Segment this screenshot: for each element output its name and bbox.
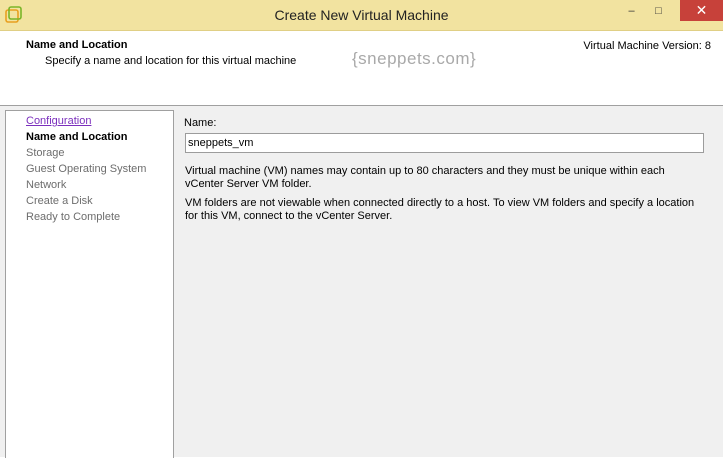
page-title: Name and Location: [26, 39, 128, 51]
step-configuration[interactable]: Configuration: [26, 115, 91, 127]
vm-version-label: Virtual Machine Version: 8: [583, 40, 711, 52]
wizard-header: Name and Location Specify a name and loc…: [0, 31, 723, 106]
wizard-steps-panel: Configuration Name and Location Storage …: [5, 110, 174, 458]
title-bar: Create New Virtual Machine – □ ✕: [0, 0, 723, 31]
step-ready-to-complete: Ready to Complete: [26, 211, 121, 223]
name-label: Name:: [184, 117, 217, 129]
maximize-button[interactable]: □: [645, 0, 672, 21]
vm-name-input[interactable]: [185, 133, 704, 153]
watermark: {sneppets.com}: [352, 49, 477, 68]
wizard-content: Configuration Name and Location Storage …: [0, 108, 723, 458]
window-title: Create New Virtual Machine: [274, 7, 449, 23]
step-create-disk: Create a Disk: [26, 195, 93, 207]
folder-help-text: VM folders are not viewable when connect…: [185, 197, 695, 222]
step-guest-os: Guest Operating System: [26, 163, 147, 175]
name-help-text: Virtual machine (VM) names may contain u…: [185, 165, 665, 190]
step-name-and-location: Name and Location: [26, 131, 128, 143]
step-storage: Storage: [26, 147, 65, 159]
minimize-button[interactable]: –: [618, 0, 645, 21]
close-button[interactable]: ✕: [680, 0, 723, 21]
page-subtitle: Specify a name and location for this vir…: [45, 55, 297, 67]
step-network: Network: [26, 179, 67, 191]
